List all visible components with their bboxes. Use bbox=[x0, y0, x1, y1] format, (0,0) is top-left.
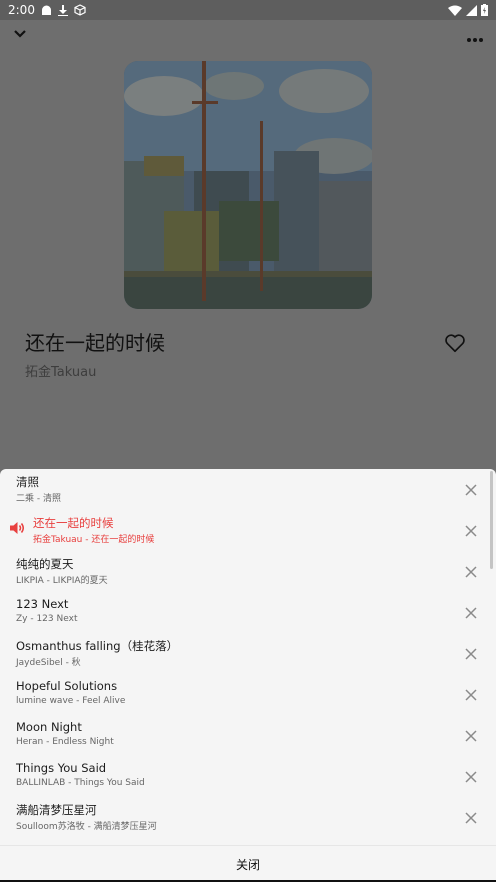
remove-from-queue-icon[interactable] bbox=[462, 809, 480, 827]
queue-item-title: 123 Next bbox=[16, 597, 69, 611]
remove-from-queue-icon[interactable] bbox=[462, 563, 480, 581]
chevron-down-icon[interactable] bbox=[12, 28, 28, 40]
queue-item-subtitle: Zy - 123 Next bbox=[16, 614, 78, 624]
status-left: 2:00 bbox=[8, 3, 86, 17]
speaker-icon bbox=[10, 522, 24, 534]
close-button[interactable]: 关闭 bbox=[0, 846, 496, 882]
battery-icon bbox=[481, 4, 488, 16]
download-icon bbox=[57, 4, 68, 16]
queue-item-subtitle: JaydeSibel - 秋 bbox=[16, 658, 81, 668]
signal-icon bbox=[466, 4, 477, 16]
queue-item-subtitle: 拓金Takuau - 还在一起的时候 bbox=[33, 535, 155, 545]
queue-item[interactable]: Moon Night Heran - Endless Night bbox=[0, 715, 496, 756]
android-icon bbox=[41, 5, 51, 15]
queue-item-title: Things You Said bbox=[16, 761, 107, 775]
remove-from-queue-icon[interactable] bbox=[462, 481, 480, 499]
queue-item-title: 纯纯的夏天 bbox=[16, 557, 74, 571]
queue-item-title: Hopeful Solutions bbox=[16, 679, 118, 693]
heart-outline-icon[interactable] bbox=[444, 332, 466, 354]
queue-item-subtitle: LIKPIA - LIKPIA的夏天 bbox=[16, 576, 108, 586]
status-bar: 2:00 bbox=[0, 0, 496, 20]
play-queue-sheet: 清照 二乘 - 清照 还在一起的时候 拓金Takuau - 还在一起的时候 纯纯… bbox=[0, 469, 496, 882]
album-art[interactable] bbox=[124, 61, 372, 309]
queue-item-title: 还在一起的时候 bbox=[33, 516, 114, 530]
track-artist[interactable]: 拓金Takuau bbox=[25, 361, 96, 380]
wifi-icon bbox=[448, 5, 462, 16]
remove-from-queue-icon[interactable] bbox=[462, 604, 480, 622]
remove-from-queue-icon[interactable] bbox=[462, 522, 480, 540]
queue-item-title: 满船清梦压星河 bbox=[16, 803, 97, 817]
queue-item[interactable]: Things You Said BALLINLAB - Things You S… bbox=[0, 756, 496, 797]
remove-from-queue-icon[interactable] bbox=[462, 727, 480, 745]
queue-item-subtitle: Soulloom苏洛牧 - 满船清梦压星河 bbox=[16, 822, 157, 832]
queue-item-subtitle: BALLINLAB - Things You Said bbox=[16, 778, 145, 788]
queue-item[interactable]: 123 Next Zy - 123 Next bbox=[0, 592, 496, 633]
queue-item-title: Osmanthus falling（桂花落） bbox=[16, 639, 179, 653]
queue-item[interactable]: Hopeful Solutions lumine wave - Feel Ali… bbox=[0, 674, 496, 715]
queue-list[interactable]: 清照 二乘 - 清照 还在一起的时候 拓金Takuau - 还在一起的时候 纯纯… bbox=[0, 469, 496, 845]
queue-item[interactable]: 纯纯的夏天 LIKPIA - LIKPIA的夏天 bbox=[0, 551, 496, 592]
album-art-illustration bbox=[124, 61, 372, 309]
queue-item[interactable]: 满船清梦压星河 Soulloom苏洛牧 - 满船清梦压星河 bbox=[0, 797, 496, 838]
remove-from-queue-icon[interactable] bbox=[462, 686, 480, 704]
more-horizontal-icon[interactable] bbox=[466, 36, 484, 44]
queue-item-now-playing[interactable]: 还在一起的时候 拓金Takuau - 还在一起的时候 bbox=[0, 510, 496, 551]
status-time: 2:00 bbox=[8, 3, 35, 17]
status-right bbox=[448, 4, 488, 16]
remove-from-queue-icon[interactable] bbox=[462, 645, 480, 663]
queue-scrollbar[interactable] bbox=[490, 471, 493, 569]
package-icon bbox=[74, 4, 86, 16]
queue-item-subtitle: 二乘 - 清照 bbox=[16, 494, 61, 504]
queue-item-title: Moon Night bbox=[16, 720, 82, 734]
queue-item[interactable]: 清照 二乘 - 清照 bbox=[0, 469, 496, 510]
remove-from-queue-icon[interactable] bbox=[462, 768, 480, 786]
queue-item-subtitle: Heran - Endless Night bbox=[16, 737, 114, 747]
queue-item[interactable]: Osmanthus falling（桂花落） JaydeSibel - 秋 bbox=[0, 633, 496, 674]
queue-item-subtitle: lumine wave - Feel Alive bbox=[16, 696, 126, 706]
queue-item-title: 清照 bbox=[16, 475, 39, 489]
player-screen: 还在一起的时候 拓金Takuau bbox=[0, 20, 496, 470]
track-title: 还在一起的时候 bbox=[25, 331, 165, 355]
